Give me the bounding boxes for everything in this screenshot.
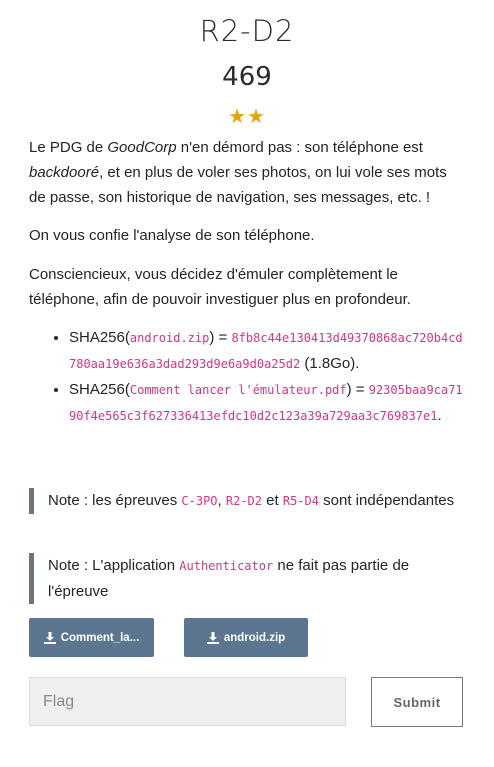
description-paragraph: Le PDG de GoodCorp n'en démord pas : son… <box>29 135 465 210</box>
download-label: android.zip <box>223 631 286 644</box>
emphasis-text: backdooré <box>29 164 100 181</box>
file-name-code: android.zip <box>129 331 210 345</box>
text: , <box>217 492 226 509</box>
text: et <box>262 492 283 509</box>
download-label: Comment_la... <box>60 631 140 644</box>
text: SHA256( <box>69 381 130 398</box>
download-icon <box>206 631 219 644</box>
text: Note : L'application <box>48 557 180 574</box>
challenge-points: 469 <box>222 62 272 92</box>
text: SHA256( <box>69 329 130 346</box>
text: ) = <box>346 381 369 398</box>
text: n'en démord pas : son téléphone est <box>176 139 423 156</box>
download-pdf-button[interactable]: Comment_la... <box>29 618 154 657</box>
submit-button[interactable]: Submit <box>371 677 463 727</box>
text: sont indépendantes <box>318 492 455 509</box>
text: Le PDG de <box>29 139 108 156</box>
challenge-title: R2-D2 <box>199 14 295 48</box>
text: (1.8Go). <box>300 355 360 372</box>
difficulty-stars: ★★ <box>228 106 266 128</box>
download-zip-button[interactable]: android.zip <box>184 618 308 657</box>
text: Note : les épreuves <box>48 492 182 509</box>
download-icon <box>43 631 56 644</box>
challenge-code: C-3PO <box>181 494 218 508</box>
company-name: GoodCorp <box>107 139 177 156</box>
text: ) = <box>209 329 232 346</box>
description-paragraph: On vous confie l'analyse de son téléphon… <box>29 227 315 244</box>
challenge-code: R2-D2 <box>225 494 262 508</box>
list-item: SHA256(Comment lancer l'émulateur.pdf) =… <box>69 377 469 429</box>
hash-list: SHA256(android.zip) = 8fb8c44e130413d493… <box>29 325 469 429</box>
description-paragraph: Consciencieux, vous décidez d'émuler com… <box>29 266 411 308</box>
note-blockquote: Note : L'application Authenticator ne fa… <box>29 553 468 604</box>
text: . <box>437 407 442 424</box>
flag-input[interactable] <box>29 677 346 726</box>
app-name-code: Authenticator <box>179 559 274 573</box>
note-blockquote: Note : les épreuves C-3PO, R2-D2 et R5-D… <box>29 488 468 514</box>
file-name-code: Comment lancer l'émulateur.pdf <box>129 383 347 397</box>
list-item: SHA256(android.zip) = 8fb8c44e130413d493… <box>69 325 469 377</box>
challenge-code: R5-D4 <box>282 494 319 508</box>
